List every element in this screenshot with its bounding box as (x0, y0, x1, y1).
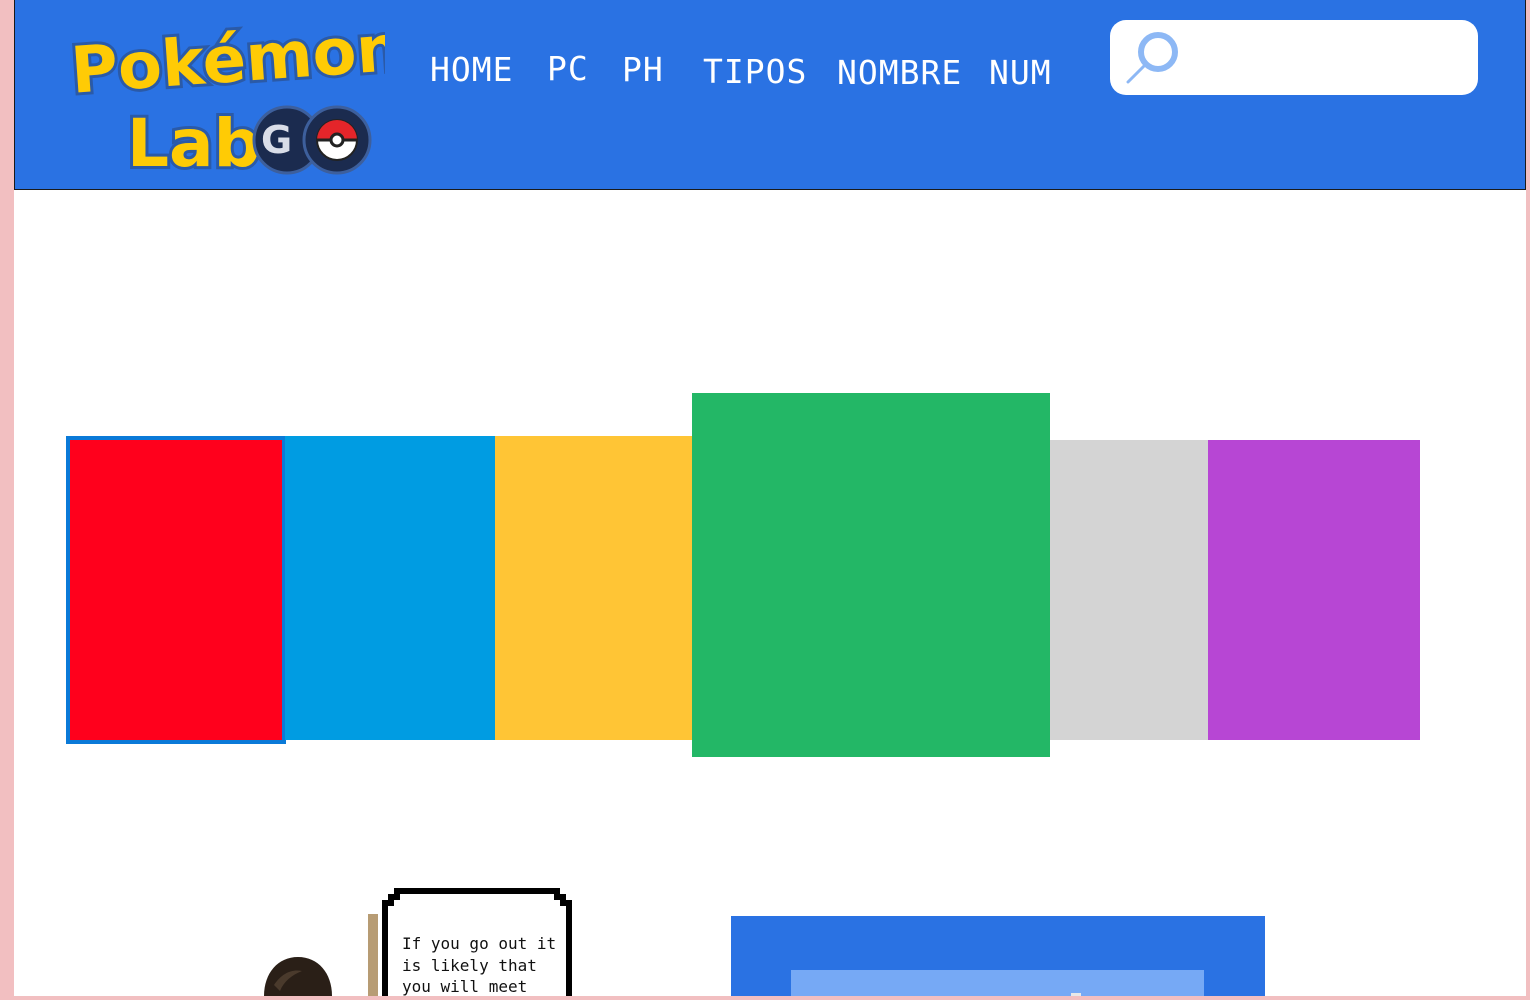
pokeball-icon (316, 119, 358, 161)
nav-ph[interactable]: PH (622, 50, 664, 90)
search-input[interactable] (1190, 34, 1464, 82)
type-block-green[interactable] (692, 393, 1050, 757)
nav-tipos[interactable]: TIPOS (703, 52, 807, 92)
top-navigation-bar: Pokémon Lab G HOME PC PH TIPOS NOMBRE NU… (14, 0, 1526, 190)
type-block-blue[interactable] (285, 436, 495, 740)
search-box[interactable] (1110, 20, 1478, 95)
type-block-red[interactable] (66, 436, 286, 744)
search-icon[interactable] (1124, 30, 1182, 86)
nav-pc[interactable]: PC (547, 49, 589, 89)
nav-nombre[interactable]: NOMBRE (837, 53, 962, 93)
nav-num[interactable]: NUM (989, 53, 1052, 93)
nav-home[interactable]: HOME (430, 50, 513, 90)
type-block-purple[interactable] (1208, 440, 1420, 740)
type-block-yellow[interactable] (495, 436, 692, 740)
info-card-panel (791, 970, 1204, 996)
pokemon-lab-go-logo[interactable]: Pokémon Lab G (65, 4, 408, 185)
svg-text:Lab: Lab (127, 105, 261, 176)
dialog-text: If you go out it is likely that you will… (402, 934, 557, 996)
svg-text:Pokémon: Pokémon (69, 12, 385, 109)
type-block-gray[interactable] (1050, 440, 1208, 740)
svg-text:G: G (261, 118, 292, 162)
trainer-avatar (262, 955, 334, 996)
info-card (731, 916, 1265, 996)
